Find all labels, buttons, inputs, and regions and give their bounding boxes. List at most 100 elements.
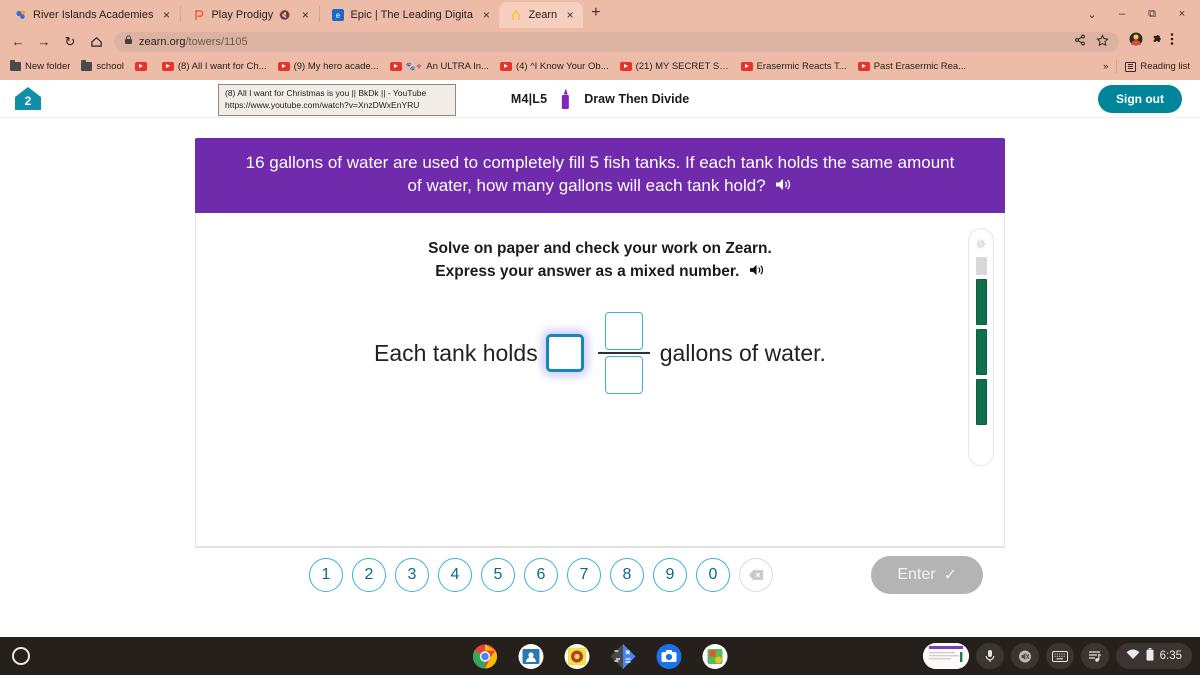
close-window-button[interactable]: ×	[1168, 1, 1196, 27]
maximize-button[interactable]: ⧉	[1138, 1, 1166, 27]
status-area: 6:35	[922, 643, 1192, 669]
chrome-icon[interactable]	[472, 643, 498, 669]
youtube-icon	[740, 62, 753, 71]
bookmark-item[interactable]: Past Erasermic Rea...	[854, 59, 970, 74]
toolbar-tail	[1121, 32, 1174, 51]
tab-separator	[180, 6, 182, 22]
tower-segment-filled	[975, 329, 987, 375]
tab-close-button[interactable]: ×	[298, 9, 312, 21]
numpad-key-4[interactable]: 4	[438, 558, 472, 593]
keyboard-icon[interactable]	[1045, 643, 1074, 669]
calculator-icon[interactable]	[610, 643, 636, 669]
numerator-input[interactable]	[604, 312, 643, 351]
puzzle-icon[interactable]	[1150, 33, 1163, 51]
share-icon[interactable]	[1074, 34, 1086, 49]
window-controls: ⌄ – ⧉ ×	[1078, 0, 1196, 28]
tab-close-button[interactable]: ×	[563, 9, 577, 21]
new-tab-button[interactable]: +	[583, 5, 608, 23]
launcher-button[interactable]	[12, 647, 30, 665]
lesson-code: M4|L5	[510, 91, 548, 106]
microphone-icon[interactable]	[975, 643, 1004, 669]
wifi-icon	[1126, 649, 1140, 663]
lock-icon	[124, 35, 133, 48]
numpad-key-0[interactable]: 0	[696, 558, 730, 593]
numpad-key-8[interactable]: 8	[610, 558, 644, 593]
bookmark-item[interactable]: 🐾✧ An ULTRA In...	[386, 59, 493, 74]
whole-number-input[interactable]	[545, 334, 584, 373]
profile-avatar[interactable]	[1129, 32, 1143, 51]
tab-muted-icon[interactable]: 🔇	[279, 10, 290, 21]
reading-list-button[interactable]: Reading list	[1125, 61, 1190, 72]
bookmark-tooltip: (8) All I want for Christmas is you || B…	[218, 84, 456, 116]
back-button[interactable]: ←	[6, 31, 30, 53]
numpad-key-2[interactable]: 2	[352, 558, 386, 593]
tab-close-button[interactable]: ×	[479, 9, 493, 21]
instruction-line-1: Solve on paper and check your work on Ze…	[428, 239, 772, 257]
progress-tower: ✵	[968, 228, 994, 466]
minimize-button[interactable]: –	[1108, 1, 1136, 27]
answer-expression: Each tank holds gallons of water.	[196, 312, 1004, 395]
youtube-icon	[619, 62, 632, 71]
reading-list-icon	[1125, 61, 1137, 72]
window-preview[interactable]	[922, 643, 969, 669]
bookmark-item[interactable]: (21) MY SECRET SA...	[616, 59, 734, 74]
bookmark-item[interactable]: (9) My hero acade...	[274, 59, 383, 74]
camera-icon[interactable]	[656, 643, 682, 669]
speaker-icon[interactable]	[775, 176, 792, 199]
youtube-icon	[389, 62, 402, 71]
media-playlist-icon[interactable]	[1080, 643, 1109, 669]
game-icon[interactable]	[564, 643, 590, 669]
numpad-key-6[interactable]: 6	[524, 558, 558, 593]
browser-tab-active[interactable]: Zearn ×	[499, 2, 584, 28]
fraction-bar	[597, 352, 650, 355]
bookmark-item[interactable]: Erasermic Reacts T...	[737, 59, 851, 74]
answer-work-area: Solve on paper and check your work on Ze…	[195, 212, 1005, 547]
answer-trail-text: gallons of water.	[659, 339, 826, 366]
tab-close-button[interactable]: ×	[159, 9, 173, 21]
enter-button[interactable]: Enter ✓	[871, 556, 983, 595]
numpad-key-9[interactable]: 9	[653, 558, 687, 593]
clock-time: 6:35	[1159, 650, 1182, 662]
classroom-icon[interactable]	[518, 643, 544, 669]
lesson-info: M4|L5 Draw Then Divide	[510, 88, 690, 109]
bookmark-label: (21) MY SECRET SA...	[635, 61, 730, 72]
star-icon[interactable]	[1096, 33, 1109, 50]
three-dot-menu[interactable]	[1170, 32, 1174, 51]
svg-text:e: e	[336, 11, 341, 20]
numpad-key-7[interactable]: 7	[567, 558, 601, 593]
denominator-input[interactable]	[604, 356, 643, 395]
emoji-decoration: 🐾✧	[405, 62, 423, 71]
browser-tab[interactable]: e Epic | The Leading Digital Library ×	[321, 2, 499, 28]
browser-tab[interactable]: River Islands Academies ×	[4, 2, 179, 28]
forward-button[interactable]: →	[32, 31, 56, 53]
backspace-icon[interactable]	[739, 558, 773, 593]
bookmark-item[interactable]: (8) All I want for Ch...	[158, 59, 271, 74]
lesson-title: Draw Then Divide	[584, 91, 690, 106]
home-button[interactable]	[84, 31, 108, 53]
tab-title: River Islands Academies	[33, 9, 154, 21]
browser-tab[interactable]: Play Prodigy 🔇 ×	[182, 2, 318, 28]
chevron-down-icon[interactable]: ⌄	[1078, 1, 1106, 27]
reload-button[interactable]: ↻	[58, 31, 82, 53]
sticker-app-icon[interactable]	[702, 643, 728, 669]
url-text: zearn.org/towers/1105	[139, 36, 248, 48]
bookmark-item[interactable]: school	[77, 59, 127, 74]
sign-out-button[interactable]: Sign out	[1098, 84, 1182, 113]
zearn-house-logo[interactable]: 2	[14, 86, 42, 111]
bookmarks-overflow-button[interactable]: »	[1103, 61, 1108, 72]
bookmark-item[interactable]: New folder	[6, 59, 74, 74]
tab-title: Epic | The Leading Digital Library	[350, 9, 474, 21]
volume-muted-icon[interactable]	[1010, 643, 1039, 669]
numpad-key-3[interactable]: 3	[395, 558, 429, 593]
speaker-icon[interactable]	[749, 261, 765, 284]
numpad-key-5[interactable]: 5	[481, 558, 515, 593]
folder-icon	[10, 60, 21, 71]
tab-title: Play Prodigy	[211, 9, 274, 21]
address-bar[interactable]: zearn.org/towers/1105	[114, 31, 1119, 52]
prompt-text: 16 gallons of water are used to complete…	[245, 153, 955, 195]
bookmark-label: Erasermic Reacts T...	[756, 61, 847, 72]
system-tray[interactable]: 6:35	[1115, 643, 1192, 669]
bookmark-item[interactable]	[131, 60, 155, 73]
numpad-key-1[interactable]: 1	[309, 558, 343, 593]
bookmark-item[interactable]: (4) ^I Know Your Ob...	[496, 59, 613, 74]
